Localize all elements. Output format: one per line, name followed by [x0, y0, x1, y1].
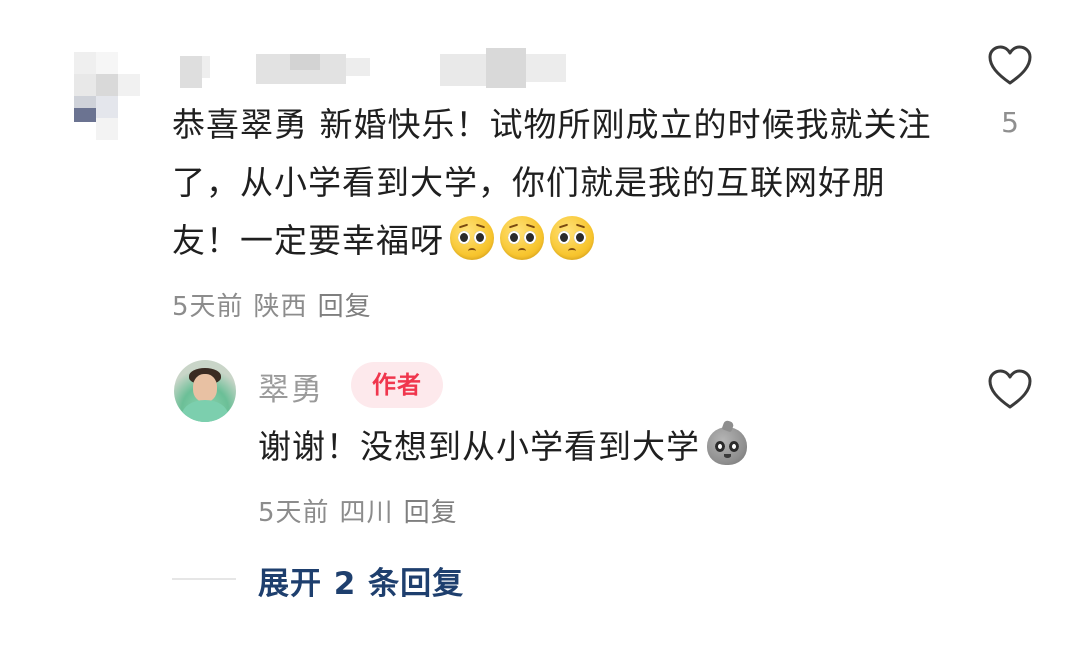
reply-location: 四川: [339, 498, 394, 528]
comment-meta: 5天前 陕西 回复: [172, 286, 382, 323]
expand-replies-button[interactable]: 展开 2 条回复: [258, 558, 464, 603]
reply-reply-button[interactable]: 回复: [404, 498, 458, 528]
author-avatar[interactable]: [174, 360, 236, 422]
pleading-face-emoji-icon: [500, 216, 544, 260]
pleading-face-emoji-icon: [450, 216, 494, 260]
author-badge: 作者: [351, 362, 443, 408]
comment-reply-button[interactable]: 回复: [318, 292, 372, 322]
comment-time: 5天前: [172, 292, 244, 322]
like-count: 5: [1001, 106, 1019, 139]
doge-sack-emoji-icon: [704, 419, 750, 467]
author-name[interactable]: 翠勇: [258, 364, 324, 409]
reply-body: 谢谢！没想到从小学看到大学: [258, 419, 750, 474]
reply-time: 5天前: [258, 498, 330, 528]
commenter-avatar[interactable]: [62, 42, 150, 142]
commenter-name-redacted[interactable]: [180, 48, 580, 92]
heart-icon[interactable]: [987, 44, 1033, 86]
divider-line: [172, 578, 236, 580]
reply-text: 谢谢！没想到从小学看到大学: [258, 427, 700, 466]
comment-body: 恭喜翠勇 新婚快乐！试物所刚成立的时候我就关注了，从小学看到大学，你们就是我的互…: [172, 96, 952, 270]
comment-location: 陕西: [253, 292, 308, 322]
reply-meta: 5天前 四川 回复: [258, 492, 468, 529]
pleading-face-emoji-icon: [550, 216, 594, 260]
heart-icon[interactable]: [987, 368, 1033, 410]
